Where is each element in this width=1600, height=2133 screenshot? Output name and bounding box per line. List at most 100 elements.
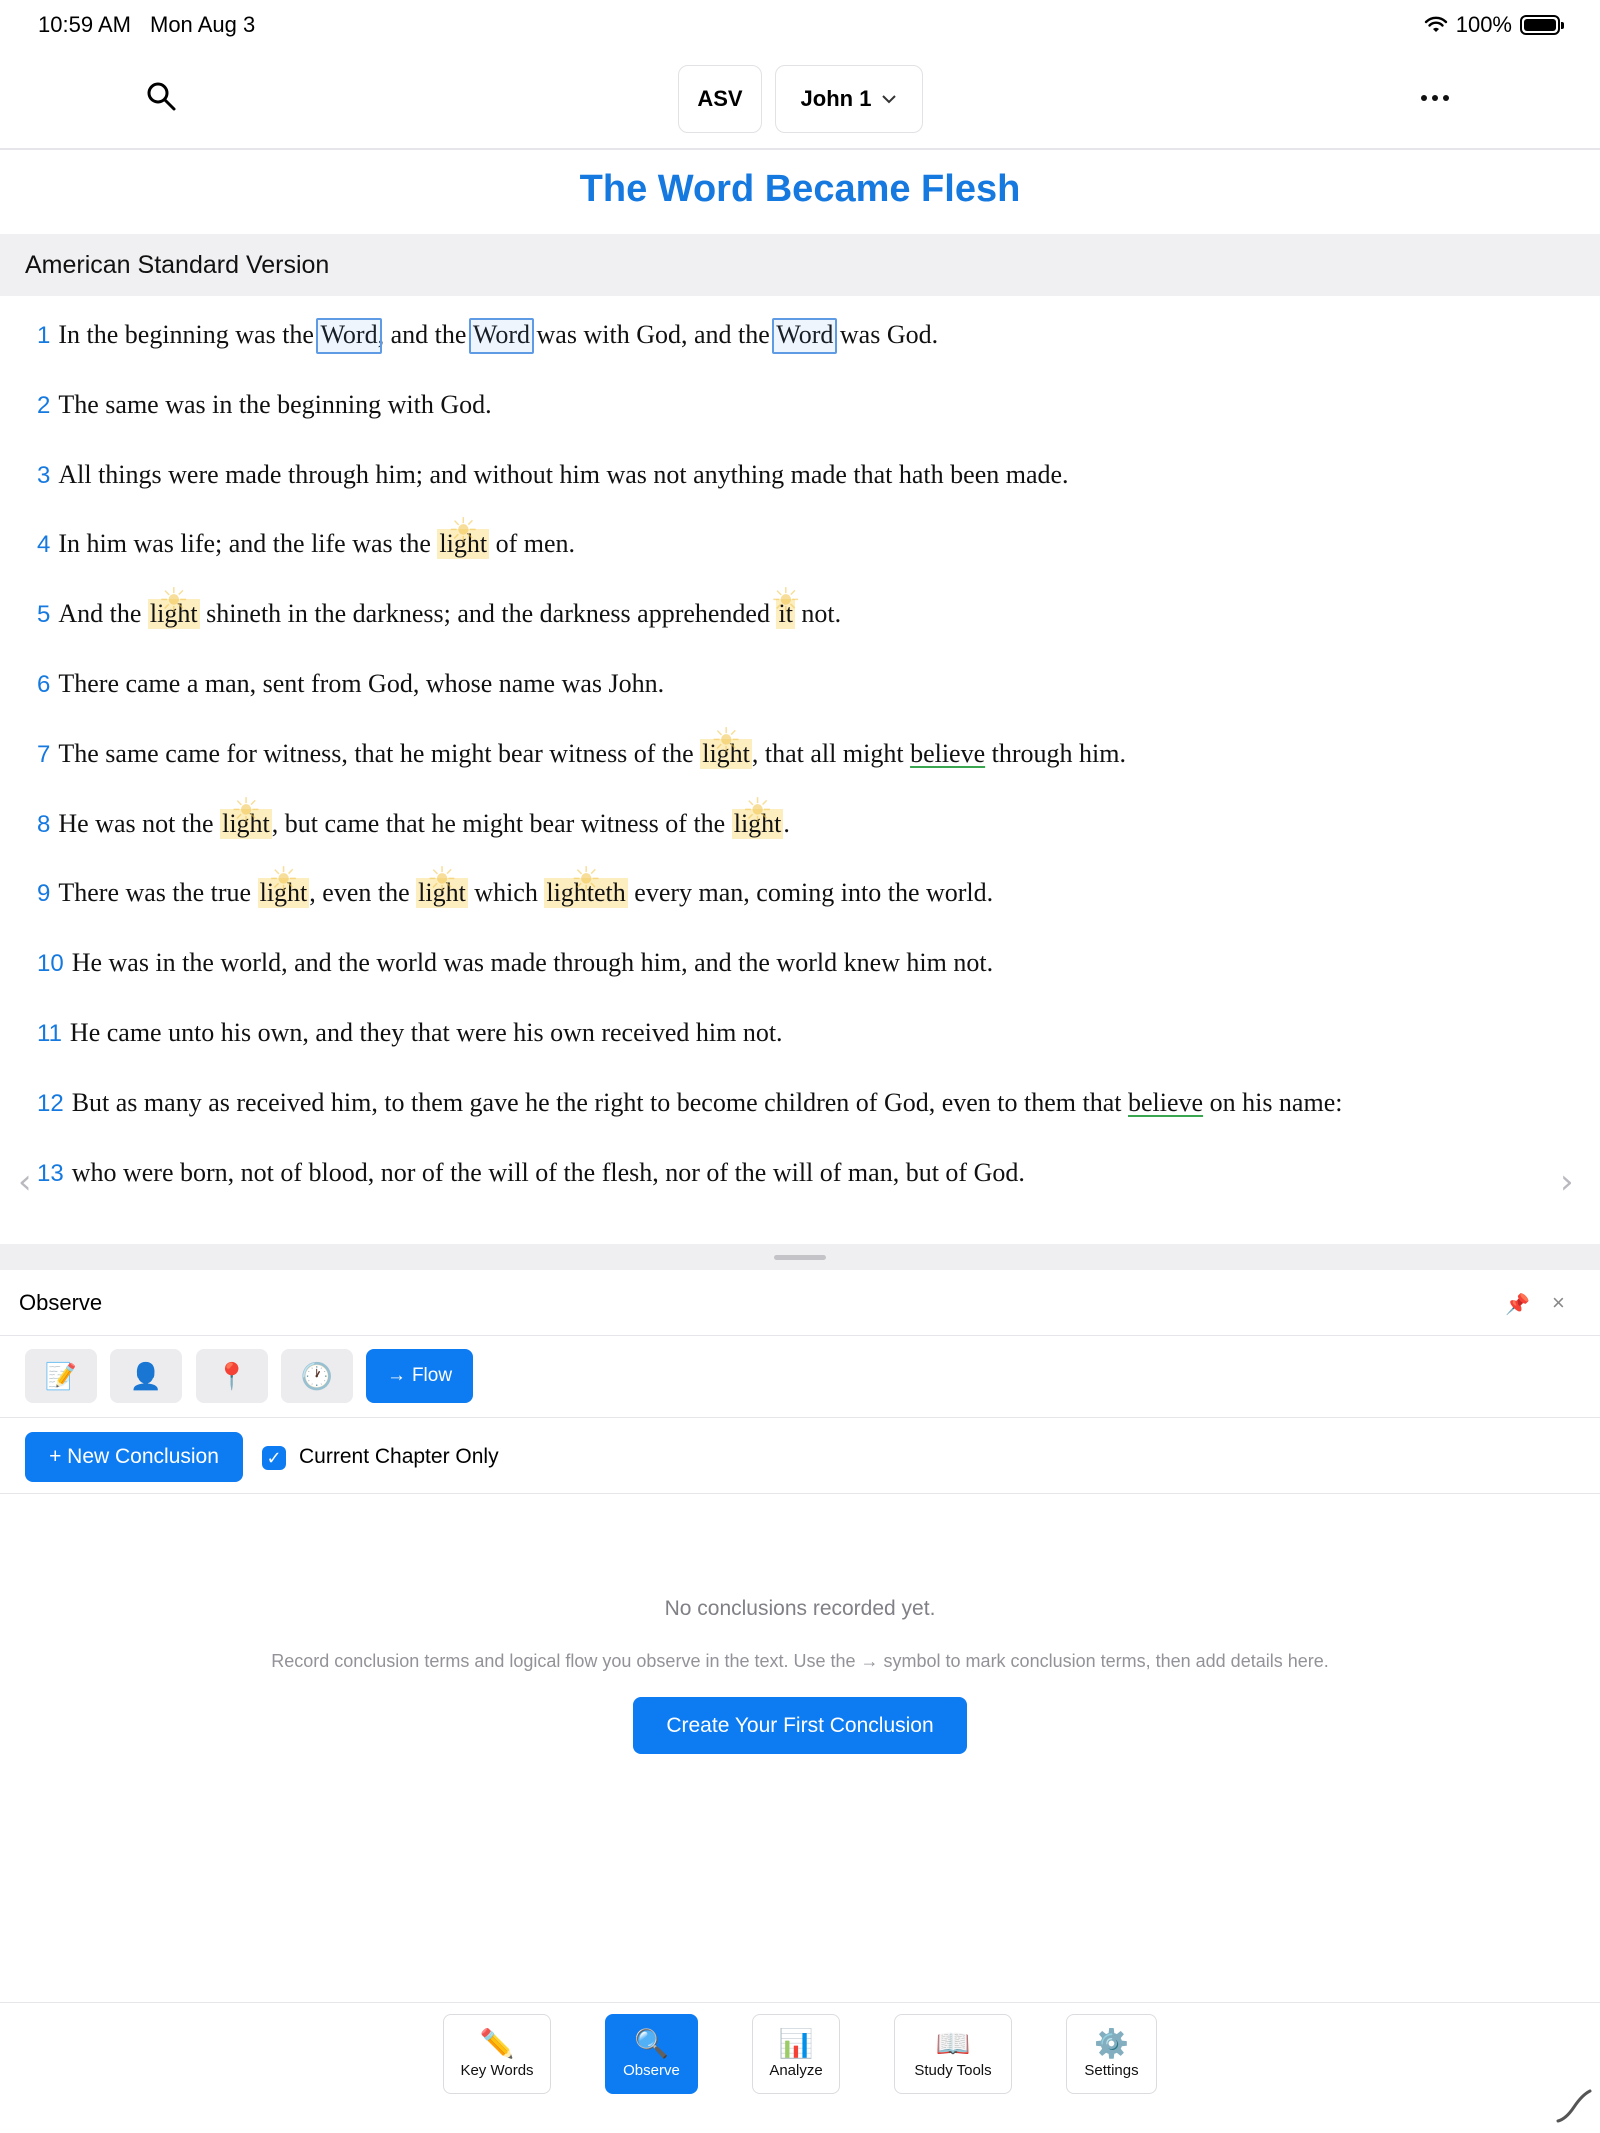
verse-row[interactable]: 10 He was in the world, and the world was…: [37, 948, 1537, 1018]
time-tool-button[interactable]: 🕐: [281, 1349, 353, 1403]
place-tool-button[interactable]: 📍: [196, 1349, 268, 1403]
keyword-word-marked[interactable]: Word: [316, 318, 382, 354]
keyword-light-marked[interactable]: light: [147, 599, 200, 630]
tab-settings[interactable]: ⚙️ Settings: [1066, 2014, 1157, 2094]
keyword-light-marked[interactable]: light: [220, 808, 272, 839]
verse-text: The same came for witness, that he might…: [58, 738, 701, 768]
verse-row[interactable]: 13 who were born, not of blood, nor of th…: [37, 1158, 1537, 1228]
verse-text: In the beginning was the: [58, 320, 321, 349]
verse-number[interactable]: 1: [37, 322, 50, 349]
verse-text: , even the: [309, 878, 417, 908]
verse-number[interactable]: 11: [37, 1020, 62, 1047]
gear-icon: ⚙️: [1094, 2027, 1129, 2059]
new-conclusion-button[interactable]: + New Conclusion: [25, 1432, 243, 1482]
verse-number[interactable]: 4: [37, 531, 50, 558]
prev-chapter-arrow-icon[interactable]: ‹: [18, 1162, 32, 1202]
keyword-word-marked[interactable]: Word: [772, 318, 838, 354]
verse-text: , that all might: [751, 738, 911, 768]
verse-number[interactable]: 6: [37, 671, 50, 698]
flow-tool-button[interactable]: → Flow: [366, 1349, 473, 1403]
arrow-right-icon: →: [386, 1365, 406, 1386]
pin-icon[interactable]: 📌: [1505, 1292, 1530, 1317]
verse-text: , but came that he might bear witness of…: [271, 808, 732, 838]
wifi-icon: [1424, 16, 1447, 32]
verse-row[interactable]: 2 The same was in the beginning with God.: [37, 390, 1537, 460]
verse-number[interactable]: 10: [37, 950, 64, 977]
status-time: 10:59 AM: [38, 12, 131, 37]
verse-row[interactable]: 7 The same came for witness, that he migh…: [37, 738, 1537, 809]
tab-analyze[interactable]: 📊 Analyze: [752, 2014, 840, 2094]
verse-row[interactable]: 9 There was the true light, even the ligh…: [37, 878, 1537, 948]
status-bar: 10:59 AM Mon Aug 3 100%: [0, 0, 1600, 50]
top-nav: ASV John 1: [0, 50, 1600, 150]
section-heading: The Word Became Flesh: [579, 168, 1021, 210]
keyword-light-marked[interactable]: lighteth: [544, 878, 628, 909]
tab-study-tools[interactable]: 📖 Study Tools: [894, 2014, 1012, 2094]
verse-row[interactable]: 6 There came a man, sent from God, whose …: [37, 669, 1537, 739]
more-options-button[interactable]: [1418, 88, 1452, 108]
keyword-light-marked[interactable]: light: [700, 738, 752, 769]
verse-number[interactable]: 3: [37, 462, 50, 489]
memo-tool-button[interactable]: 📝: [25, 1349, 97, 1403]
keyword-light-marked[interactable]: it: [776, 599, 795, 630]
verse-text: which: [467, 878, 545, 908]
keyword-light-marked[interactable]: light: [257, 878, 310, 909]
keyword-light-marked[interactable]: light: [731, 808, 784, 839]
verse-number[interactable]: 12: [37, 1090, 64, 1117]
verse-number[interactable]: 7: [37, 741, 50, 768]
keyword-light-marked[interactable]: light: [416, 878, 468, 909]
current-chapter-label[interactable]: Current Chapter Only: [299, 1445, 499, 1469]
search-icon: [147, 82, 176, 111]
bar-chart-icon: 📊: [778, 2027, 814, 2059]
chapter-selector-button[interactable]: John 1: [775, 65, 923, 133]
tab-label: Key Words: [460, 2061, 534, 2079]
verse-row[interactable]: 12 But as many as received him, to them g…: [37, 1088, 1537, 1158]
verse-text: There came a man, sent from God, whose n…: [58, 668, 665, 698]
pencil-icon: ✏️: [479, 2027, 515, 2059]
keyword-light-marked[interactable]: light: [437, 529, 490, 560]
more-dot-icon: [1421, 95, 1427, 101]
version-name-bar: American Standard Version: [0, 234, 1600, 296]
battery-icon: [1520, 15, 1564, 35]
person-tool-button[interactable]: 👤: [110, 1349, 182, 1403]
verse-text: All things were made through him; and wi…: [58, 459, 1069, 489]
keyword-believe-marked[interactable]: believe: [910, 739, 985, 768]
memo-icon: 📝: [44, 1360, 78, 1391]
verse-text: every man, coming into the world.: [627, 878, 994, 908]
verse-text: But as many as received him, to them gav…: [71, 1087, 1129, 1117]
chevron-down-icon: [882, 95, 897, 104]
verse-row[interactable]: 5 And the light shineth in the darkness; …: [37, 599, 1537, 669]
current-chapter-checkbox[interactable]: ✓: [262, 1446, 286, 1470]
drag-handle[interactable]: [774, 1255, 826, 1260]
keyword-believe-marked[interactable]: believe: [1128, 1088, 1203, 1117]
verse-row[interactable]: 8 He was not the light, but came that he …: [37, 808, 1537, 879]
bottom-tab-bar: ✏️ Key Words 🔍 Observe 📊 Analyze 📖 Study…: [0, 2002, 1600, 2133]
verse-text: through him.: [985, 738, 1126, 768]
verse-number[interactable]: 9: [37, 880, 50, 907]
close-icon[interactable]: ×: [1552, 1290, 1565, 1316]
panel-splitter[interactable]: [0, 1244, 1600, 1270]
verse-row[interactable]: 1 In the beginning was the Word, and the …: [37, 318, 1537, 390]
verse-number[interactable]: 13: [37, 1160, 64, 1187]
tab-observe[interactable]: 🔍 Observe: [605, 2014, 698, 2094]
verse-number[interactable]: 8: [37, 811, 50, 838]
verse-text: In him was life; and the life was the: [58, 529, 438, 559]
verse-text: not.: [794, 599, 842, 629]
tab-key-words[interactable]: ✏️ Key Words: [443, 2014, 551, 2094]
verse-text: He was in the world, and the world was m…: [71, 948, 994, 978]
checkmark-icon: ✓: [266, 1447, 282, 1468]
verse-row[interactable]: 11 He came unto his own, and they that we…: [37, 1018, 1537, 1088]
tab-label: Study Tools: [914, 2061, 992, 2079]
status-date: Mon Aug 3: [150, 12, 256, 37]
keyword-word-marked[interactable]: Word: [468, 318, 535, 354]
bible-version-button[interactable]: ASV: [678, 65, 762, 133]
verse-number[interactable]: 2: [37, 392, 50, 419]
verse-number[interactable]: 5: [37, 601, 50, 628]
flow-label: Flow: [411, 1365, 453, 1386]
search-button[interactable]: [145, 80, 185, 120]
verse-row[interactable]: 3 All things were made through him; and w…: [37, 460, 1537, 530]
create-first-conclusion-button[interactable]: Create Your First Conclusion: [633, 1697, 967, 1754]
next-chapter-arrow-icon[interactable]: ›: [1560, 1162, 1574, 1202]
verse-text: on his name:: [1203, 1087, 1343, 1117]
verse-text: , and the: [377, 320, 473, 349]
